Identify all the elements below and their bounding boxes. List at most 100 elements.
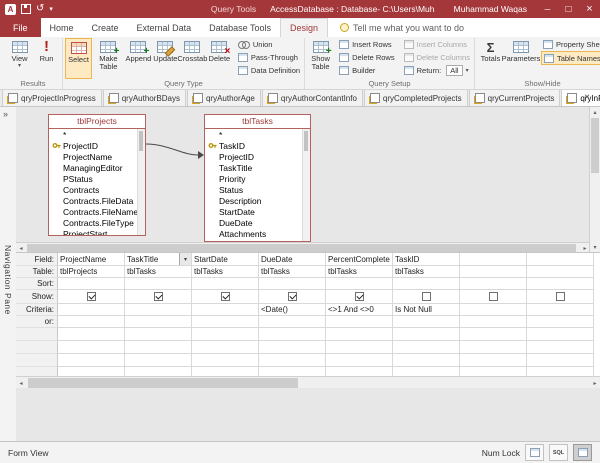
tab-create[interactable]: Create <box>83 18 128 37</box>
close-object-button[interactable] <box>581 92 593 103</box>
grid-show-cell-7[interactable] <box>527 290 594 304</box>
tab-design[interactable]: Design <box>280 18 328 37</box>
field-item-ProjectName[interactable]: ProjectName <box>49 151 138 162</box>
table-box-title[interactable]: tblProjects <box>49 115 145 129</box>
document-tab-qryCurrentProjects[interactable]: qryCurrentProjects <box>469 90 561 106</box>
grid-field-cell-3[interactable]: DueDate <box>259 253 326 266</box>
grid-empty-cell[interactable] <box>125 341 192 354</box>
grid-empty-cell[interactable] <box>460 341 527 354</box>
scrollbar-thumb[interactable] <box>591 118 599 173</box>
table-box-title[interactable]: tblTasks <box>205 115 310 129</box>
grid-sort-cell-1[interactable] <box>125 278 192 290</box>
field-dropdown-arrow[interactable] <box>179 253 191 265</box>
scrollbar-thumb[interactable] <box>139 131 143 151</box>
crosstab-button[interactable]: Crosstab <box>179 38 206 79</box>
scrollbar-thumb[interactable] <box>304 131 308 151</box>
grid-empty-cell[interactable] <box>460 354 527 367</box>
grid-empty-cell[interactable] <box>58 341 125 354</box>
grid-show-cell-0[interactable] <box>58 290 125 304</box>
signed-in-user[interactable]: Muhammad Waqas <box>454 4 527 14</box>
grid-empty-cell[interactable] <box>125 328 192 341</box>
qat-dropdown-icon[interactable] <box>49 5 53 13</box>
grid-sort-cell-5[interactable] <box>393 278 460 290</box>
grid-criteria-cell-2[interactable] <box>192 304 259 316</box>
grid-show-cell-6[interactable] <box>460 290 527 304</box>
field-item-star[interactable]: * <box>49 129 138 140</box>
grid-or-cell-5[interactable] <box>393 316 460 328</box>
table-names-button[interactable]: Table Names <box>541 51 600 65</box>
document-tab-qryAuthorAge[interactable]: qryAuthorAge <box>187 90 261 106</box>
grid-empty-cell[interactable] <box>125 354 192 367</box>
show-checkbox-5[interactable] <box>422 292 431 301</box>
field-item-ManagingEditor[interactable]: ManagingEditor <box>49 162 138 173</box>
grid-or-cell-0[interactable] <box>58 316 125 328</box>
tell-me-box[interactable]: Tell me what you want to do <box>340 18 464 37</box>
document-tab-qryCompletedProjects[interactable]: qryCompletedProjects <box>364 90 468 106</box>
field-item-ProjectID[interactable]: ProjectID <box>49 140 138 151</box>
grid-empty-cell[interactable] <box>58 328 125 341</box>
grid-sort-cell-3[interactable] <box>259 278 326 290</box>
view-button[interactable]: View <box>6 38 33 79</box>
grid-criteria-cell-1[interactable] <box>125 304 192 316</box>
grid-empty-cell[interactable] <box>393 354 460 367</box>
grid-table-cell-0[interactable]: tblProjects <box>58 266 125 278</box>
delete-rows-button[interactable]: Delete Rows <box>337 51 397 64</box>
data-definition-button[interactable]: Data Definition <box>236 64 302 77</box>
grid-show-cell-3[interactable] <box>259 290 326 304</box>
insert-rows-button[interactable]: Insert Rows <box>337 38 397 51</box>
grid-or-cell-3[interactable] <box>259 316 326 328</box>
document-tab-qryAuthorBDays[interactable]: qryAuthorBDays <box>103 90 186 106</box>
delete-query-button[interactable]: Delete <box>206 38 233 79</box>
grid-empty-cell[interactable] <box>527 341 594 354</box>
field-item-DueDate[interactable]: DueDate <box>205 217 303 228</box>
table-box-scrollbar[interactable] <box>302 129 310 241</box>
return-value[interactable]: All <box>446 65 462 76</box>
design-vertical-scrollbar[interactable] <box>589 107 600 252</box>
scroll-right-icon[interactable] <box>590 378 600 388</box>
field-item-Contracts.FileData[interactable]: Contracts.FileData <box>49 195 138 206</box>
grid-empty-cell[interactable] <box>527 354 594 367</box>
grid-sort-cell-4[interactable] <box>326 278 393 290</box>
scroll-left-icon[interactable] <box>16 378 26 388</box>
field-item-Priority[interactable]: Priority <box>205 173 303 184</box>
design-view-button[interactable] <box>573 444 592 461</box>
grid-field-cell-4[interactable]: PercentComplete <box>326 253 393 266</box>
show-checkbox-6[interactable] <box>489 292 498 301</box>
field-item-Description[interactable]: Description <box>205 195 303 206</box>
grid-criteria-cell-0[interactable] <box>58 304 125 316</box>
builder-button[interactable]: Builder <box>337 64 397 77</box>
totals-button[interactable]: Totals <box>477 38 504 79</box>
scroll-down-icon[interactable] <box>590 242 600 252</box>
grid-show-cell-1[interactable] <box>125 290 192 304</box>
grid-empty-cell[interactable] <box>192 341 259 354</box>
grid-sort-cell-2[interactable] <box>192 278 259 290</box>
show-checkbox-0[interactable] <box>87 292 96 301</box>
grid-or-cell-6[interactable] <box>460 316 527 328</box>
grid-empty-cell[interactable] <box>259 328 326 341</box>
grid-field-cell-6[interactable] <box>460 253 527 266</box>
show-checkbox-7[interactable] <box>556 292 565 301</box>
grid-empty-cell[interactable] <box>259 354 326 367</box>
show-table-button[interactable]: Show Table <box>307 38 334 79</box>
property-sheet-button[interactable]: Property Sheet <box>541 38 600 51</box>
datasheet-view-button[interactable] <box>525 444 544 461</box>
grid-sort-cell-0[interactable] <box>58 278 125 290</box>
grid-empty-cell[interactable] <box>326 328 393 341</box>
tab-database-tools[interactable]: Database Tools <box>200 18 280 37</box>
field-item-Attachments[interactable]: Attachments <box>205 228 303 239</box>
grid-empty-cell[interactable] <box>326 341 393 354</box>
grid-field-cell-5[interactable]: TaskID <box>393 253 460 266</box>
grid-criteria-cell-3[interactable]: <Date() <box>259 304 326 316</box>
tab-file[interactable]: File <box>0 18 41 37</box>
grid-criteria-cell-4[interactable]: <>1 And <>0 <box>326 304 393 316</box>
field-item-TaskTitle[interactable]: TaskTitle <box>205 162 303 173</box>
grid-table-cell-6[interactable] <box>460 266 527 278</box>
grid-or-cell-2[interactable] <box>192 316 259 328</box>
grid-table-cell-3[interactable]: tblTasks <box>259 266 326 278</box>
field-item-Contracts[interactable]: Contracts <box>49 184 138 195</box>
field-item-Status[interactable]: Status <box>205 184 303 195</box>
minimize-button[interactable] <box>537 0 558 18</box>
grid-empty-cell[interactable] <box>393 341 460 354</box>
grid-show-cell-5[interactable] <box>393 290 460 304</box>
field-item-Contracts.FileType[interactable]: Contracts.FileType <box>49 217 138 228</box>
